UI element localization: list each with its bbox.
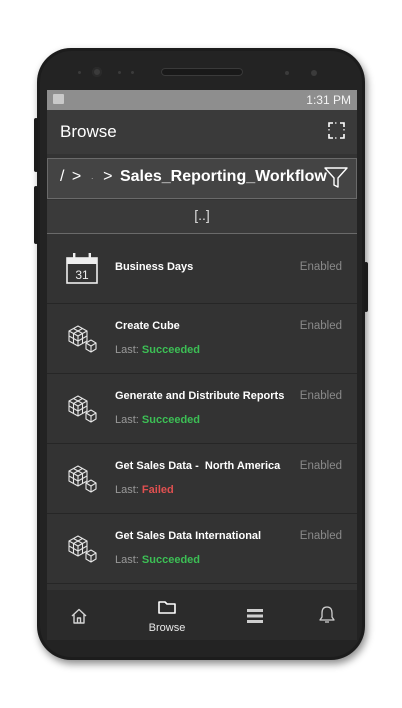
item-state: Enabled	[299, 530, 342, 542]
cubes-icon	[68, 465, 97, 493]
nav-browse-label: Browse	[148, 622, 186, 634]
item-state: Enabled	[299, 261, 342, 273]
list-item[interactable]: Generate and Distribute Reports Enabled …	[47, 374, 357, 444]
phone-side-button	[34, 186, 38, 244]
item-name: Get Sales Data - North America	[115, 460, 281, 472]
phone-sensor	[131, 71, 134, 74]
notification-icon	[53, 94, 64, 104]
status-bar: 1:31 PM	[47, 90, 357, 110]
item-name: Create Cube	[115, 320, 180, 332]
fullscreen-icon[interactable]	[328, 122, 345, 139]
page-title: Browse	[60, 122, 117, 141]
phone-sensor	[285, 71, 289, 75]
breadcrumb-collapsed[interactable]: ·	[91, 173, 94, 183]
phone-sensor	[78, 71, 81, 74]
item-state: Enabled	[299, 390, 342, 402]
breadcrumb-current: Sales_Reporting_Workflow	[119, 168, 327, 185]
item-state: Enabled	[299, 320, 342, 332]
workflow-list: 31 Business Days Enabled Create Cube Ena…	[47, 234, 357, 584]
list-item[interactable]: Get Sales Data International Enabled Las…	[47, 514, 357, 584]
breadcrumb-separator: >	[103, 168, 113, 185]
last-run-status: Succeeded	[141, 344, 201, 356]
last-run-status: Succeeded	[141, 554, 201, 566]
nav-home[interactable]	[49, 590, 109, 640]
list-item[interactable]: Get Sales Data - North America Enabled L…	[47, 444, 357, 514]
phone-sensor	[118, 71, 121, 74]
item-name: Business Days	[115, 261, 194, 273]
phone-sensor	[311, 70, 317, 76]
last-run-status: Failed	[141, 484, 174, 496]
last-run: Last: Failed	[115, 484, 174, 496]
last-run-label: Last:	[115, 344, 139, 356]
last-run-status: Succeeded	[141, 414, 201, 426]
last-run-label: Last:	[115, 554, 139, 566]
status-time: 1:31 PM	[306, 93, 351, 107]
nav-list[interactable]	[225, 590, 285, 640]
item-state: Enabled	[299, 460, 342, 472]
phone-camera	[92, 67, 102, 77]
last-run: Last: Succeeded	[115, 344, 200, 356]
phone-side-button	[364, 262, 368, 312]
folder-icon	[158, 601, 176, 614]
list-item[interactable]: Create Cube Enabled Last: Succeeded	[47, 304, 357, 374]
cubes-icon	[68, 395, 97, 423]
cubes-icon	[68, 535, 97, 563]
last-run-label: Last:	[115, 414, 139, 426]
nav-browse[interactable]: Browse	[137, 590, 197, 640]
breadcrumb-root[interactable]: /	[60, 168, 64, 185]
parent-folder-row[interactable]: [..]	[47, 200, 357, 234]
phone-side-button	[34, 118, 38, 172]
calendar-icon: 31	[66, 253, 98, 284]
app-screen: 1:31 PM Browse / > · > Sales_Reporting_W…	[47, 90, 357, 640]
list-icon	[247, 609, 263, 623]
app-bar: Browse	[47, 110, 357, 154]
home-icon	[71, 608, 87, 624]
calendar-day: 31	[75, 268, 89, 282]
last-run: Last: Succeeded	[115, 554, 200, 566]
last-run: Last: Succeeded	[115, 414, 200, 426]
cubes-icon	[68, 325, 97, 353]
bell-icon	[319, 606, 335, 623]
list-item[interactable]: 31 Business Days Enabled	[47, 234, 357, 304]
last-run-label: Last:	[115, 484, 139, 496]
item-name: Generate and Distribute Reports	[115, 390, 285, 402]
phone-speaker	[161, 68, 243, 76]
item-name: Get Sales Data International	[115, 530, 262, 542]
breadcrumb: / > · > Sales_Reporting_Workflow	[47, 158, 357, 199]
bottom-navigation: Browse	[47, 590, 357, 640]
nav-notifications[interactable]	[297, 590, 357, 640]
filter-icon[interactable]	[324, 167, 348, 189]
breadcrumb-separator: >	[71, 168, 82, 185]
